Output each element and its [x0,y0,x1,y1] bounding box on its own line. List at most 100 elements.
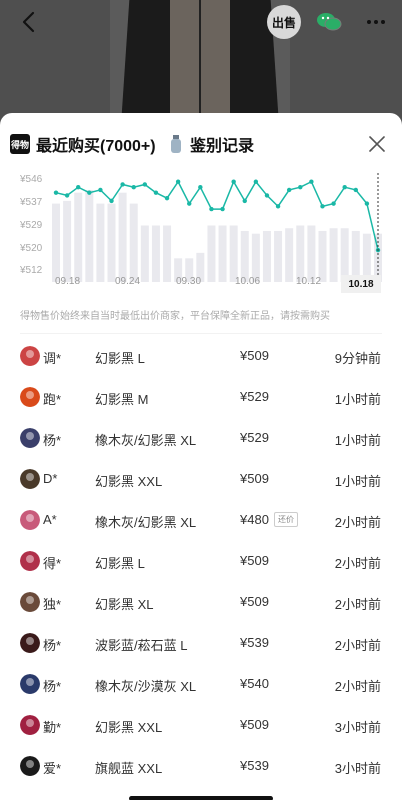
volume-bar [140,225,149,282]
purchase-time: 3小时前 [334,720,381,735]
avatar [20,551,40,571]
price-point [198,185,203,190]
tab-recent-purchases[interactable]: 得物 最近购买(7000+) [10,132,156,156]
volume-bar [307,225,316,282]
price-point [220,206,225,212]
price-point [353,187,358,193]
purchase-time: 1小时前 [334,392,381,407]
buyer-name: 爱* [43,761,62,776]
product-spec: 橡木灰/沙漠灰 XL [95,679,197,694]
y-tick: ¥512 [20,265,43,276]
x-tick-active[interactable]: 10.18 [341,275,381,293]
volume-bar [207,225,216,282]
purchase-price: ¥540 [240,676,269,691]
purchase-time: 2小时前 [334,597,381,612]
volume-bar [52,203,60,282]
buyer-name: 杨* [43,679,62,694]
avatar-image [20,551,40,571]
price-point [164,195,170,201]
product-spec: 橡木灰/幻影黑 XL [95,515,197,530]
avatar [20,387,40,407]
volume-bar [251,233,260,282]
purchase-time: 2小时前 [334,679,381,694]
dewu-logo-icon: 得物 [10,134,30,154]
price-point [209,206,214,212]
price-point [231,179,236,184]
price-point [120,182,125,187]
purchase-price: ¥509 [240,594,269,609]
top-bar: 出售 [0,0,402,44]
price-point [298,185,303,190]
volume-bar [118,192,127,282]
buyer-name: 杨* [43,433,62,448]
purchase-price: ¥509 [240,553,269,568]
purchase-row: 得* 幻影黑 L ¥509 2小时前 [0,541,402,582]
product-spec: 橡木灰/幻影黑 XL [95,433,197,448]
volume-bar [107,203,116,282]
wechat-icon[interactable] [315,8,343,36]
price-point [309,179,314,184]
avatar-image [20,387,40,407]
buyer-name: D* [43,471,58,486]
home-indicator [129,796,273,800]
volume-bar [74,192,83,282]
avatar [20,469,40,489]
volume-bar [274,230,283,282]
tab-authentication-records[interactable]: 鉴别记录 [168,132,254,156]
purchase-price: ¥529 [240,389,269,404]
x-tick: 09.30 [176,276,202,287]
purchase-price: ¥539 [240,635,269,650]
product-spec: 幻影黑 L [95,556,145,571]
avatar [20,674,40,694]
product-spec: 幻影黑 XL [95,597,154,612]
volume-bar [340,228,349,282]
recent-purchases-sheet: 得物 最近购买(7000+) 鉴别记录 ¥546 ¥537 ¥529 ¥520 … [0,113,402,800]
price-point [187,201,192,206]
avatar [20,592,40,612]
price-point [153,190,159,195]
price-point [342,185,347,190]
avatar-image [20,633,40,653]
volume-bar [96,203,105,282]
purchase-row: D* 幻影黑 XXL ¥509 1小时前 [0,459,402,500]
purchase-time: 2小时前 [334,556,381,571]
price-point [175,179,181,184]
avatar [20,633,40,653]
volume-bar [151,225,160,282]
close-icon[interactable] [366,133,388,155]
price-point [364,201,370,206]
price-point [253,179,259,184]
price-point [242,198,247,204]
y-tick: ¥529 [20,220,43,231]
avatar-image [20,346,40,366]
avatar [20,715,40,735]
bargain-tag: 还价 [274,512,298,527]
price-point [109,198,114,204]
price-point [87,190,92,195]
product-spec: 波影蓝/菘石蓝 L [95,638,188,653]
more-icon[interactable] [362,8,390,36]
volume-bar [85,189,94,282]
tab-recent-label: 最近购买(7000+) [36,138,156,155]
purchase-time: 2小时前 [334,638,381,653]
y-tick: ¥537 [20,197,43,208]
back-icon[interactable] [16,8,44,36]
avatar-image [20,674,40,694]
price-point [286,187,292,193]
price-point [320,204,325,209]
sheet-header: 得物 最近购买(7000+) 鉴别记录 [0,113,402,173]
volume-bar [285,228,294,282]
purchase-time: 2小时前 [334,515,381,530]
x-tick: 09.24 [115,276,141,287]
sell-button[interactable]: 出售 [267,5,301,39]
purchase-time: 3小时前 [334,761,381,776]
y-tick: ¥546 [20,174,43,185]
purchase-row: 杨* 橡木灰/幻影黑 XL ¥529 1小时前 [0,418,402,459]
buyer-name: 独* [43,597,62,612]
purchase-row: A* 橡木灰/幻影黑 XL ¥480 还价 2小时前 [0,500,402,541]
purchase-price: ¥529 [240,430,269,445]
price-point [264,193,270,198]
avatar-image [20,469,40,489]
avatar [20,510,40,530]
buyer-name: 得* [43,556,62,571]
